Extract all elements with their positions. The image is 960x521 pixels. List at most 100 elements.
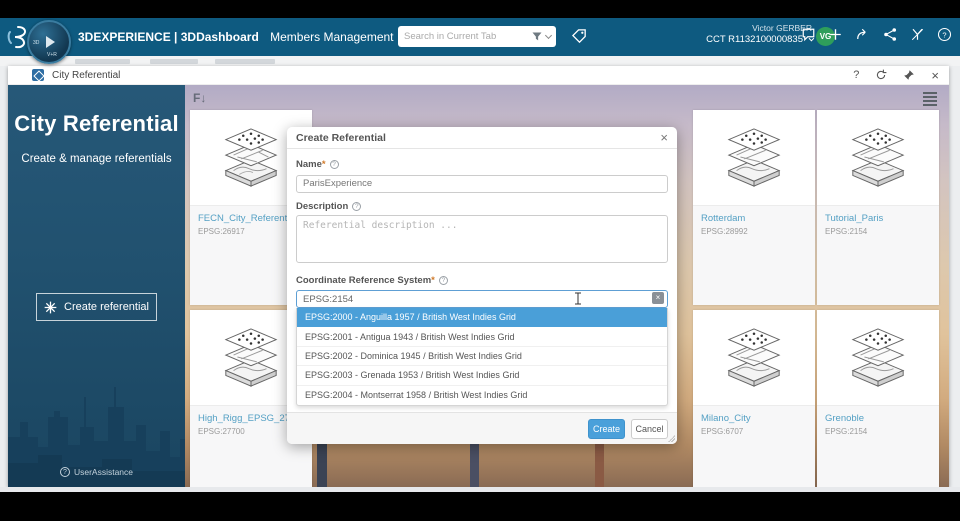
3dexperience-compass[interactable]: 3D V+R bbox=[27, 20, 71, 64]
description-label: Description ? bbox=[296, 201, 668, 212]
user-name: Victor GERBER bbox=[752, 23, 812, 33]
card-epsg: EPSG:28992 bbox=[701, 227, 748, 236]
referential-card[interactable]: Rotterdam EPSG:28992 bbox=[693, 110, 815, 305]
messages-icon[interactable] bbox=[801, 27, 816, 42]
brand-separator: | bbox=[174, 30, 178, 44]
swym-icon[interactable] bbox=[910, 27, 925, 42]
secondary-nav-strip bbox=[0, 56, 960, 66]
name-label: Name* ? bbox=[296, 159, 668, 170]
required-mark: * bbox=[431, 274, 435, 286]
create-button[interactable]: Create bbox=[588, 418, 625, 439]
required-mark: * bbox=[321, 159, 326, 170]
nav-item-placeholder bbox=[75, 59, 130, 64]
context-menu[interactable]: Members Management bbox=[270, 30, 393, 44]
card-label-area: Milano_City EPSG:6707 bbox=[693, 405, 815, 487]
create-referential-modal: Create Referential × Name* ? Description… bbox=[287, 127, 677, 444]
modal-title: Create Referential bbox=[296, 131, 386, 144]
help-icon[interactable]: ? bbox=[937, 27, 952, 42]
window-title-bar[interactable]: City Referential ? × bbox=[8, 66, 949, 85]
window-actions: ? × bbox=[853, 68, 939, 83]
resize-handle[interactable] bbox=[668, 435, 675, 442]
crs-help-icon[interactable]: ? bbox=[438, 275, 448, 285]
crs-field[interactable] bbox=[296, 290, 668, 308]
screen: 3D V+R 3DEXPERIENCE | 3DDashboard Member… bbox=[0, 0, 960, 521]
crs-label: Coordinate Reference System* ? bbox=[296, 275, 668, 286]
card-icon-area bbox=[693, 110, 815, 205]
compass-play-icon bbox=[46, 36, 55, 48]
user-block[interactable]: Victor GERBER CCT R1132100000835 bbox=[706, 23, 815, 46]
crs-option[interactable]: EPSG:2003 - Grenada 1953 / British West … bbox=[297, 366, 667, 386]
description-field[interactable] bbox=[296, 214, 668, 263]
widget-app-icon bbox=[32, 69, 44, 81]
widget-help-icon[interactable]: ? bbox=[853, 69, 859, 81]
sidebar-subtitle: Create & manage referentials bbox=[21, 153, 172, 165]
user-assistance[interactable]: ? UserAssistance bbox=[8, 467, 185, 477]
svg-text:?: ? bbox=[942, 31, 946, 40]
card-epsg: EPSG:6707 bbox=[701, 427, 744, 436]
card-label-area: Grenoble EPSG:2154 bbox=[817, 405, 939, 487]
search-input[interactable] bbox=[398, 31, 531, 42]
card-icon-area bbox=[817, 110, 939, 205]
card-name[interactable]: Grenoble bbox=[825, 413, 931, 424]
brand-line: 3DEXPERIENCE | 3DDashboard Members Manag… bbox=[78, 30, 408, 44]
filter-funnel-icon[interactable] bbox=[531, 31, 543, 43]
topbar-icons: ? bbox=[801, 27, 952, 42]
layers-map-icon bbox=[851, 127, 905, 187]
layers-map-icon bbox=[727, 127, 781, 187]
sort-control[interactable]: F↓ bbox=[193, 91, 206, 105]
card-name[interactable]: Rotterdam bbox=[701, 213, 807, 224]
sidebar-title: City Referential bbox=[14, 111, 179, 136]
crs-option[interactable]: EPSG:2001 - Antigua 1943 / British West … bbox=[297, 327, 667, 347]
user-assistance-label: UserAssistance bbox=[73, 467, 134, 477]
referential-card[interactable]: Grenoble EPSG:2154 bbox=[817, 310, 939, 487]
compass-3d-label: 3D bbox=[33, 40, 40, 46]
layers-map-icon bbox=[727, 327, 781, 387]
asterisk-icon bbox=[44, 301, 57, 313]
window-title: City Referential bbox=[52, 69, 121, 81]
crs-option-list: EPSG:2000 - Anguilla 1957 / British West… bbox=[296, 308, 668, 406]
search-box bbox=[398, 26, 556, 47]
page-bottom-strip bbox=[0, 487, 960, 492]
assistance-help-icon: ? bbox=[59, 467, 70, 477]
card-label-area: Rotterdam EPSG:28992 bbox=[693, 205, 815, 305]
share-nodes-icon[interactable] bbox=[883, 27, 898, 42]
crs-option[interactable]: EPSG:2002 - Dominica 1945 / British West… bbox=[297, 347, 667, 367]
description-help-icon[interactable]: ? bbox=[352, 201, 362, 211]
pin-icon[interactable] bbox=[903, 69, 915, 81]
modal-header: Create Referential × bbox=[287, 127, 677, 149]
app-name: 3DDashboard bbox=[180, 30, 259, 44]
dashboard-app: 3D V+R 3DEXPERIENCE | 3DDashboard Member… bbox=[0, 18, 960, 492]
name-field[interactable] bbox=[296, 174, 668, 193]
card-icon-area bbox=[693, 310, 815, 405]
modal-footer: Create Cancel bbox=[287, 412, 677, 444]
card-epsg: EPSG:2154 bbox=[825, 227, 868, 236]
modal-body: Name* ? Description ? Coordinate Referen… bbox=[287, 149, 677, 406]
card-icon-area bbox=[817, 310, 939, 405]
text-cursor-icon bbox=[575, 292, 581, 304]
add-icon[interactable] bbox=[828, 27, 843, 42]
share-arrow-icon[interactable] bbox=[855, 27, 871, 42]
refresh-icon[interactable] bbox=[875, 69, 887, 81]
cancel-button[interactable]: Cancel bbox=[631, 418, 668, 439]
crs-option[interactable]: EPSG:2000 - Anguilla 1957 / British West… bbox=[297, 308, 667, 328]
window-close-icon[interactable]: × bbox=[931, 68, 939, 83]
referential-card[interactable]: Milano_City EPSG:6707 bbox=[693, 310, 815, 487]
name-help-icon[interactable]: ? bbox=[329, 160, 339, 169]
brand-name: 3DEXPERIENCE bbox=[78, 30, 171, 44]
create-referential-button[interactable]: Create referential bbox=[36, 293, 157, 321]
referential-card[interactable]: Tutorial_Paris EPSG:2154 bbox=[817, 110, 939, 305]
tag-icon[interactable] bbox=[571, 28, 588, 45]
card-name[interactable]: Tutorial_Paris bbox=[825, 213, 931, 224]
search-chevron-icon[interactable] bbox=[544, 31, 553, 40]
list-menu-icon[interactable] bbox=[923, 92, 937, 108]
top-bar: 3D V+R 3DEXPERIENCE | 3DDashboard Member… bbox=[0, 18, 960, 64]
crs-clear-button[interactable]: × bbox=[652, 291, 664, 304]
modal-close-icon[interactable]: × bbox=[660, 131, 668, 144]
crs-option[interactable]: EPSG:2004 - Montserrat 1958 / British We… bbox=[297, 386, 667, 405]
user-tenant: CCT R1132100000835 bbox=[706, 34, 815, 46]
card-epsg: EPSG:2154 bbox=[825, 427, 868, 436]
nav-item-placeholder bbox=[150, 59, 198, 64]
card-name[interactable]: Milano_City bbox=[701, 413, 807, 424]
layers-map-icon bbox=[851, 327, 905, 387]
layers-map-icon bbox=[224, 327, 278, 387]
